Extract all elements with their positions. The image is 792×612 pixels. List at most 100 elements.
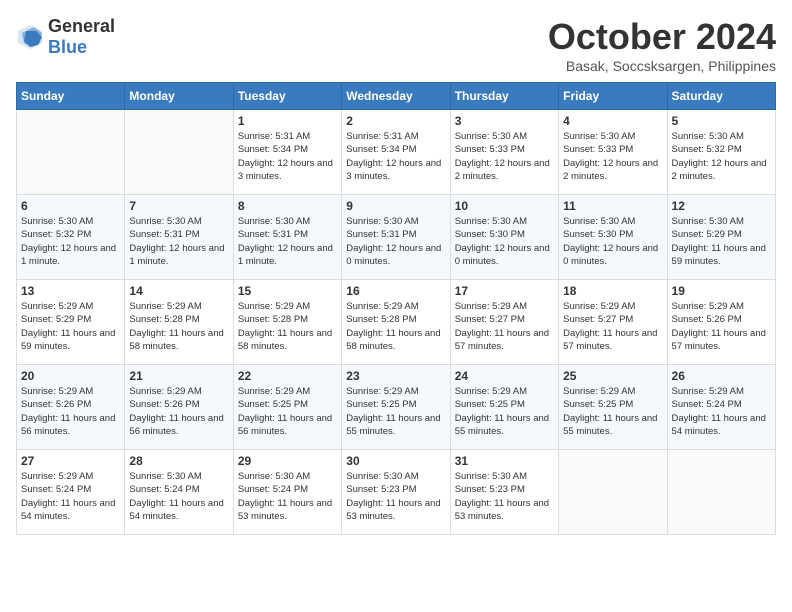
day-number: 9 bbox=[346, 199, 445, 213]
day-detail: Sunrise: 5:29 AMSunset: 5:28 PMDaylight:… bbox=[129, 300, 228, 353]
day-number: 31 bbox=[455, 454, 554, 468]
calendar-cell: 12 Sunrise: 5:30 AMSunset: 5:29 PMDayligh… bbox=[667, 195, 775, 280]
day-detail: Sunrise: 5:31 AMSunset: 5:34 PMDaylight:… bbox=[346, 130, 445, 183]
day-detail: Sunrise: 5:30 AMSunset: 5:30 PMDaylight:… bbox=[455, 215, 554, 268]
day-detail: Sunrise: 5:30 AMSunset: 5:32 PMDaylight:… bbox=[21, 215, 120, 268]
page-header: General Blue October 2024 Basak, Soccsks… bbox=[16, 16, 776, 74]
calendar-cell: 13 Sunrise: 5:29 AMSunset: 5:29 PMDayligh… bbox=[17, 280, 125, 365]
day-detail: Sunrise: 5:29 AMSunset: 5:25 PMDaylight:… bbox=[238, 385, 337, 438]
day-number: 25 bbox=[563, 369, 662, 383]
day-number: 15 bbox=[238, 284, 337, 298]
location-title: Basak, Soccsksargen, Philippines bbox=[548, 58, 776, 74]
calendar-cell: 30 Sunrise: 5:30 AMSunset: 5:23 PMDayligh… bbox=[342, 450, 450, 535]
day-detail: Sunrise: 5:30 AMSunset: 5:24 PMDaylight:… bbox=[129, 470, 228, 523]
calendar-cell: 11 Sunrise: 5:30 AMSunset: 5:30 PMDayligh… bbox=[559, 195, 667, 280]
day-detail: Sunrise: 5:30 AMSunset: 5:31 PMDaylight:… bbox=[346, 215, 445, 268]
day-number: 7 bbox=[129, 199, 228, 213]
day-detail: Sunrise: 5:29 AMSunset: 5:24 PMDaylight:… bbox=[21, 470, 120, 523]
day-detail: Sunrise: 5:29 AMSunset: 5:24 PMDaylight:… bbox=[672, 385, 771, 438]
day-number: 6 bbox=[21, 199, 120, 213]
day-of-week-header: Friday bbox=[559, 83, 667, 110]
day-detail: Sunrise: 5:31 AMSunset: 5:34 PMDaylight:… bbox=[238, 130, 337, 183]
day-detail: Sunrise: 5:29 AMSunset: 5:25 PMDaylight:… bbox=[563, 385, 662, 438]
day-detail: Sunrise: 5:29 AMSunset: 5:25 PMDaylight:… bbox=[346, 385, 445, 438]
calendar-cell: 4 Sunrise: 5:30 AMSunset: 5:33 PMDaylight… bbox=[559, 110, 667, 195]
day-number: 12 bbox=[672, 199, 771, 213]
day-detail: Sunrise: 5:30 AMSunset: 5:30 PMDaylight:… bbox=[563, 215, 662, 268]
day-detail: Sunrise: 5:29 AMSunset: 5:28 PMDaylight:… bbox=[346, 300, 445, 353]
day-number: 2 bbox=[346, 114, 445, 128]
day-number: 1 bbox=[238, 114, 337, 128]
day-number: 17 bbox=[455, 284, 554, 298]
day-number: 29 bbox=[238, 454, 337, 468]
logo-icon bbox=[16, 23, 44, 51]
calendar-cell: 22 Sunrise: 5:29 AMSunset: 5:25 PMDayligh… bbox=[233, 365, 341, 450]
calendar-cell: 2 Sunrise: 5:31 AMSunset: 5:34 PMDaylight… bbox=[342, 110, 450, 195]
day-of-week-header: Wednesday bbox=[342, 83, 450, 110]
day-detail: Sunrise: 5:30 AMSunset: 5:23 PMDaylight:… bbox=[346, 470, 445, 523]
day-detail: Sunrise: 5:30 AMSunset: 5:33 PMDaylight:… bbox=[455, 130, 554, 183]
calendar-cell bbox=[667, 450, 775, 535]
calendar-cell: 17 Sunrise: 5:29 AMSunset: 5:27 PMDayligh… bbox=[450, 280, 558, 365]
day-of-week-header: Thursday bbox=[450, 83, 558, 110]
day-number: 28 bbox=[129, 454, 228, 468]
calendar-cell: 1 Sunrise: 5:31 AMSunset: 5:34 PMDaylight… bbox=[233, 110, 341, 195]
day-number: 22 bbox=[238, 369, 337, 383]
calendar-cell: 14Sunrise: 5:29 AMSunset: 5:28 PMDayligh… bbox=[125, 280, 233, 365]
calendar-cell: 21 Sunrise: 5:29 AMSunset: 5:26 PMDayligh… bbox=[125, 365, 233, 450]
day-number: 11 bbox=[563, 199, 662, 213]
day-detail: Sunrise: 5:29 AMSunset: 5:27 PMDaylight:… bbox=[455, 300, 554, 353]
day-number: 5 bbox=[672, 114, 771, 128]
day-number: 27 bbox=[21, 454, 120, 468]
calendar-cell: 18 Sunrise: 5:29 AMSunset: 5:27 PMDayligh… bbox=[559, 280, 667, 365]
calendar-cell bbox=[17, 110, 125, 195]
calendar-cell: 28 Sunrise: 5:30 AMSunset: 5:24 PMDayligh… bbox=[125, 450, 233, 535]
day-number: 26 bbox=[672, 369, 771, 383]
day-detail: Sunrise: 5:29 AMSunset: 5:26 PMDaylight:… bbox=[129, 385, 228, 438]
day-number: 30 bbox=[346, 454, 445, 468]
calendar-cell: 26 Sunrise: 5:29 AMSunset: 5:24 PMDayligh… bbox=[667, 365, 775, 450]
day-detail: Sunrise: 5:29 AMSunset: 5:26 PMDaylight:… bbox=[672, 300, 771, 353]
logo-blue-text: Blue bbox=[48, 37, 87, 57]
calendar-cell: 27 Sunrise: 5:29 AMSunset: 5:24 PMDayligh… bbox=[17, 450, 125, 535]
calendar-cell: 29 Sunrise: 5:30 AMSunset: 5:24 PMDayligh… bbox=[233, 450, 341, 535]
calendar-cell: 20 Sunrise: 5:29 AMSunset: 5:26 PMDayligh… bbox=[17, 365, 125, 450]
calendar-cell: 25 Sunrise: 5:29 AMSunset: 5:25 PMDayligh… bbox=[559, 365, 667, 450]
calendar-table: SundayMondayTuesdayWednesdayThursdayFrid… bbox=[16, 82, 776, 535]
day-number: 16 bbox=[346, 284, 445, 298]
day-detail: Sunrise: 5:30 AMSunset: 5:24 PMDaylight:… bbox=[238, 470, 337, 523]
day-detail: Sunrise: 5:30 AMSunset: 5:29 PMDaylight:… bbox=[672, 215, 771, 268]
day-number: 19 bbox=[672, 284, 771, 298]
day-number: 20 bbox=[21, 369, 120, 383]
calendar-cell: 15 Sunrise: 5:29 AMSunset: 5:28 PMDayligh… bbox=[233, 280, 341, 365]
logo-general-text: General bbox=[48, 16, 115, 36]
calendar-cell bbox=[125, 110, 233, 195]
day-number: 18 bbox=[563, 284, 662, 298]
calendar-cell: 10 Sunrise: 5:30 AMSunset: 5:30 PMDayligh… bbox=[450, 195, 558, 280]
day-detail: Sunrise: 5:29 AMSunset: 5:28 PMDaylight:… bbox=[238, 300, 337, 353]
day-number: 21 bbox=[129, 369, 228, 383]
calendar-cell: 19 Sunrise: 5:29 AMSunset: 5:26 PMDayligh… bbox=[667, 280, 775, 365]
calendar-cell: 7 Sunrise: 5:30 AMSunset: 5:31 PMDaylight… bbox=[125, 195, 233, 280]
day-detail: Sunrise: 5:29 AMSunset: 5:26 PMDaylight:… bbox=[21, 385, 120, 438]
day-detail: Sunrise: 5:29 AMSunset: 5:29 PMDaylight:… bbox=[21, 300, 120, 353]
day-detail: Sunrise: 5:30 AMSunset: 5:31 PMDaylight:… bbox=[129, 215, 228, 268]
calendar-cell: 8Sunrise: 5:30 AMSunset: 5:31 PMDaylight… bbox=[233, 195, 341, 280]
day-number: 4 bbox=[563, 114, 662, 128]
calendar-cell bbox=[559, 450, 667, 535]
day-detail: Sunrise: 5:30 AMSunset: 5:32 PMDaylight:… bbox=[672, 130, 771, 183]
day-of-week-header: Saturday bbox=[667, 83, 775, 110]
day-detail: Sunrise: 5:30 AMSunset: 5:33 PMDaylight:… bbox=[563, 130, 662, 183]
title-area: October 2024 Basak, Soccsksargen, Philip… bbox=[548, 16, 776, 74]
day-detail: Sunrise: 5:29 AMSunset: 5:27 PMDaylight:… bbox=[563, 300, 662, 353]
logo: General Blue bbox=[16, 16, 115, 58]
day-number: 13 bbox=[21, 284, 120, 298]
day-detail: Sunrise: 5:29 AMSunset: 5:25 PMDaylight:… bbox=[455, 385, 554, 438]
day-number: 10 bbox=[455, 199, 554, 213]
day-of-week-header: Monday bbox=[125, 83, 233, 110]
day-detail: Sunrise: 5:30 AMSunset: 5:23 PMDaylight:… bbox=[455, 470, 554, 523]
day-number: 23 bbox=[346, 369, 445, 383]
calendar-cell: 31 Sunrise: 5:30 AMSunset: 5:23 PMDayligh… bbox=[450, 450, 558, 535]
calendar-cell: 23 Sunrise: 5:29 AMSunset: 5:25 PMDayligh… bbox=[342, 365, 450, 450]
calendar-cell: 6 Sunrise: 5:30 AMSunset: 5:32 PMDaylight… bbox=[17, 195, 125, 280]
